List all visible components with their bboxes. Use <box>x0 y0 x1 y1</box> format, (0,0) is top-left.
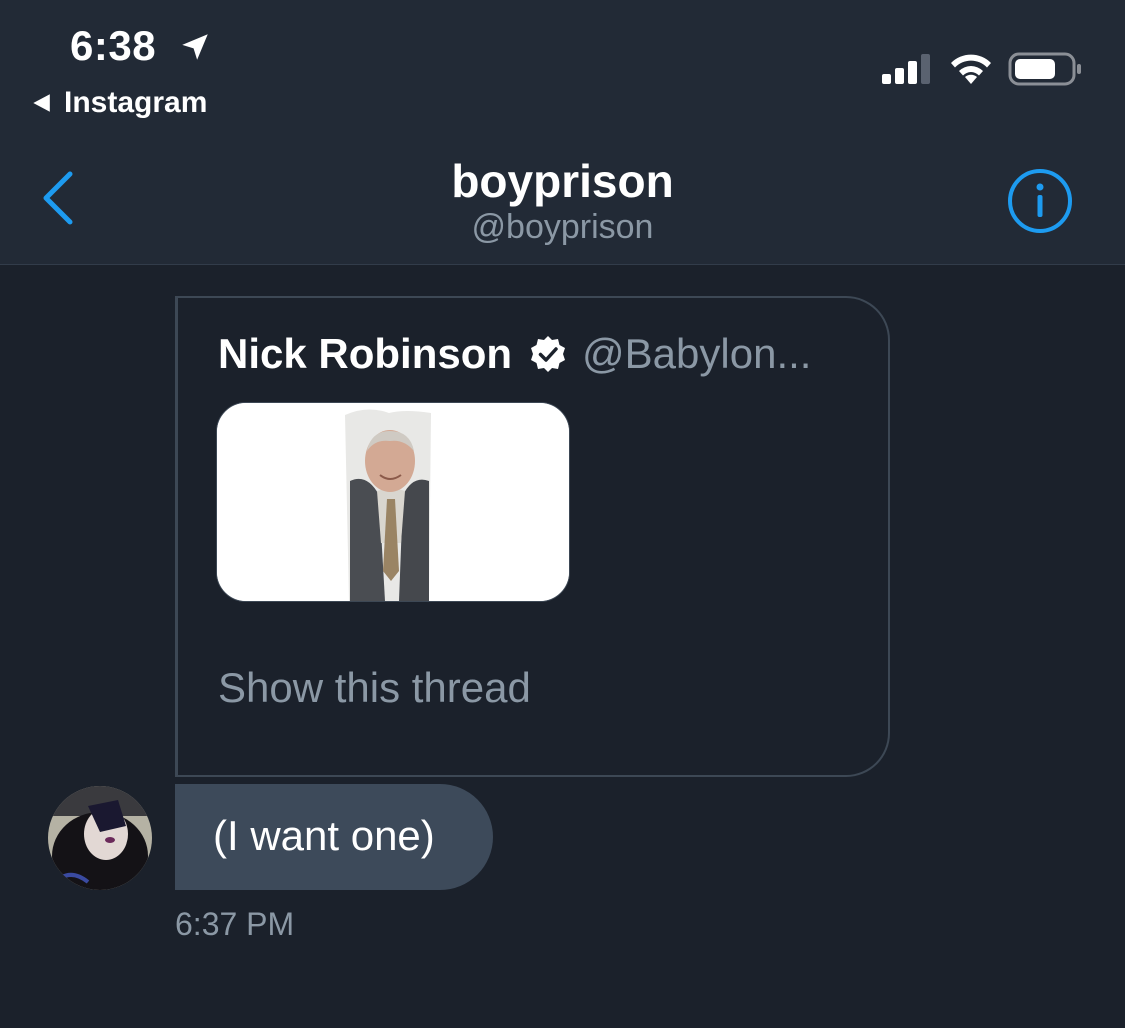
message-timestamp: 6:37 PM <box>175 906 295 942</box>
info-icon[interactable] <box>1006 167 1074 235</box>
tweet-media-image[interactable] <box>216 402 570 602</box>
back-to-app-link[interactable]: Instagram <box>30 86 207 120</box>
verified-badge-icon <box>531 336 566 372</box>
tweet-author-handle: @Babylon... <box>582 330 812 377</box>
back-app-label: Instagram <box>64 86 208 119</box>
battery-icon <box>1008 52 1081 86</box>
cellular-signal-icon <box>882 54 930 84</box>
wifi-icon <box>951 54 991 84</box>
avatar-image <box>48 786 152 890</box>
shared-tweet-card[interactable]: Nick Robinson @Babylon... Show this thre… <box>175 296 890 777</box>
top-bar: 6:38 Instagram boyprison @boyprison <box>0 0 1125 265</box>
status-time: 6:38 <box>70 22 157 69</box>
conversation-title: boyprison <box>451 155 674 207</box>
body-pillow-photo <box>217 403 569 601</box>
show-thread-link[interactable]: Show this thread <box>218 664 531 712</box>
avatar[interactable] <box>48 786 152 890</box>
conversation-handle: @boyprison <box>471 208 654 246</box>
tweet-author: Nick Robinson @Babylon... <box>218 330 811 378</box>
message-text: (I want one) <box>213 812 435 859</box>
message-bubble[interactable]: (I want one) <box>175 784 493 890</box>
tweet-author-name: Nick Robinson <box>218 330 513 377</box>
location-arrow-icon <box>182 34 208 60</box>
back-triangle-icon <box>33 94 50 112</box>
